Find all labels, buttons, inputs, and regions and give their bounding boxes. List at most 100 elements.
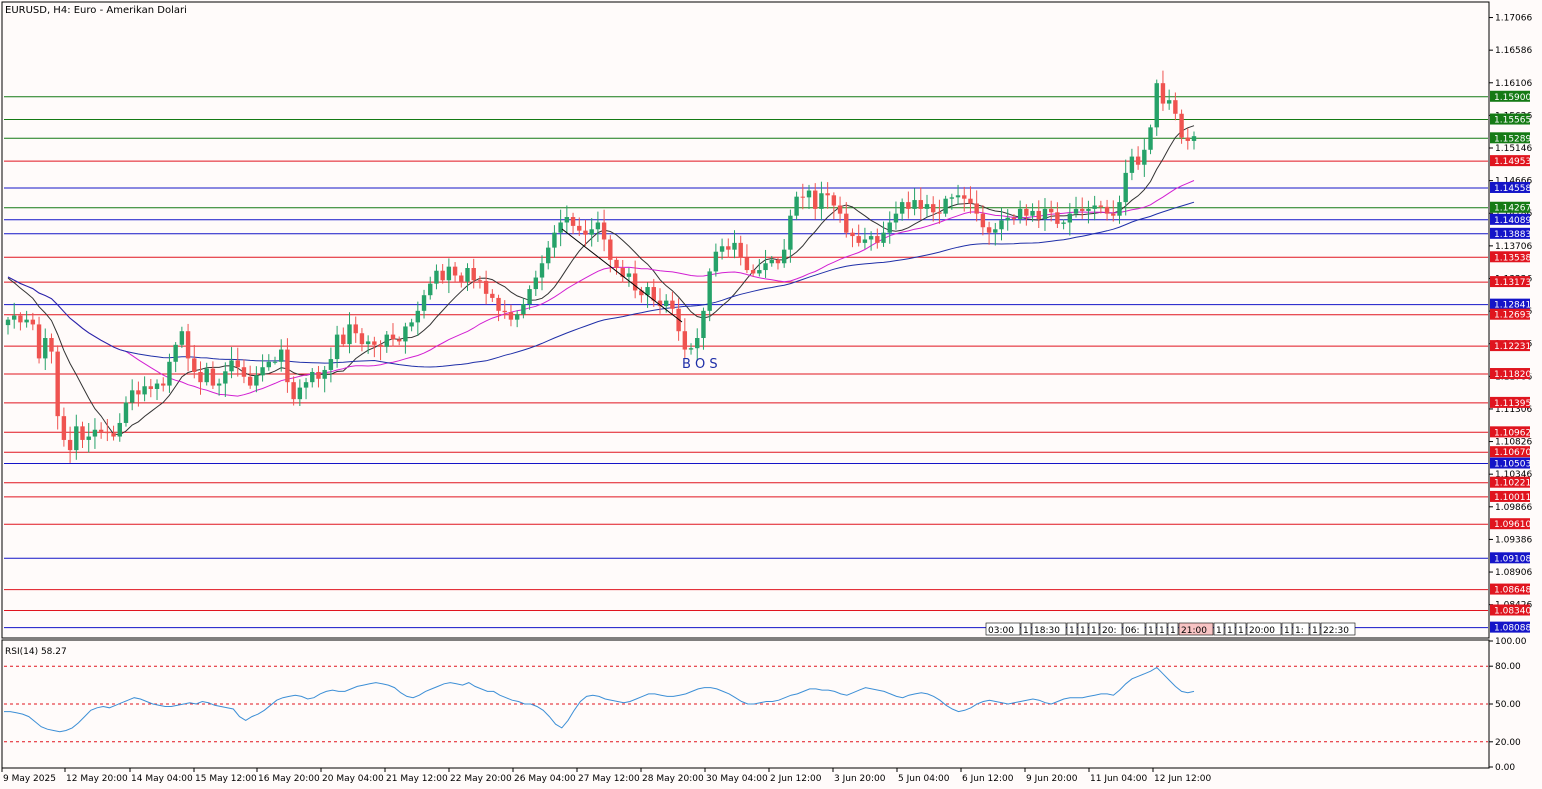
price-tick-label: 1.13706	[1495, 242, 1532, 252]
svg-text:1: 1	[1238, 626, 1244, 636]
time-tick-label: 16 May 20:00	[258, 774, 320, 784]
level-tag-19: 1.10011	[1490, 490, 1531, 503]
level-tag-label: 1.12231	[1494, 342, 1531, 352]
level-tag-label: 1.10503	[1494, 460, 1531, 470]
price-tick-label: 1.15146	[1495, 144, 1532, 154]
svg-text:1: 1	[1284, 626, 1290, 636]
time-strip-label: 1	[1167, 622, 1179, 636]
svg-text:1: 1	[1159, 626, 1165, 636]
svg-text:20:: 20:	[1102, 626, 1116, 636]
level-tag-18: 1.10221	[1490, 476, 1531, 489]
svg-text:1:: 1:	[1295, 626, 1304, 636]
time-strip-label: 1	[1224, 622, 1236, 636]
rsi-tick-label: 100.00	[1495, 637, 1527, 647]
time-strip-label: 1	[1309, 622, 1321, 636]
price-tick-label: 1.16586	[1495, 46, 1532, 56]
time-strip-label: 06:	[1122, 622, 1146, 636]
level-tag-6: 1.14089	[1490, 213, 1531, 226]
level-tag-label: 1.08088	[1494, 624, 1531, 634]
level-tag-label: 1.10221	[1494, 479, 1531, 489]
time-strip-label: 1	[1066, 622, 1078, 636]
time-strip: 03:00 1 18:30 1 1 1 20: 06: 1 1 1 21:00 1 1 1 20:00 1 1: 1…	[985, 622, 1356, 636]
level-tag-label: 1.08340	[1494, 606, 1531, 616]
svg-text:1: 1	[1216, 626, 1222, 636]
level-tag-label: 1.15565	[1494, 116, 1531, 126]
level-tag-21: 1.09108	[1490, 552, 1531, 564]
svg-text:20:00: 20:00	[1249, 626, 1275, 636]
chart-canvas: B O S 1.170661.165861.161061.156261.1514…	[0, 0, 1542, 789]
price-tick-label: 1.09866	[1495, 503, 1532, 513]
time-tick-label: 26 May 04:00	[514, 774, 576, 784]
rsi-tick-label: 20.00	[1495, 738, 1521, 748]
time-strip-label: 1	[1145, 622, 1157, 636]
level-tag-20: 1.09610	[1490, 518, 1531, 530]
level-tag-label: 1.08648	[1494, 586, 1531, 596]
time-strip-label: 1:	[1292, 622, 1310, 636]
time-strip-label: 1	[1281, 622, 1293, 636]
level-tag-label: 1.14267	[1494, 204, 1531, 214]
level-tag-22: 1.08648	[1490, 583, 1531, 596]
svg-text:1: 1	[1069, 626, 1075, 636]
time-tick-label: 11 Jun 04:00	[1090, 774, 1147, 784]
time-strip-label: 1	[1020, 622, 1032, 636]
level-tag-14: 1.11395	[1490, 396, 1531, 409]
level-tag-label: 1.10670	[1494, 448, 1531, 458]
rsi-label: RSI(14) 58.27	[5, 647, 67, 657]
svg-text:1: 1	[1312, 626, 1318, 636]
time-strip-label: 22:30	[1320, 622, 1356, 636]
level-tag-label: 1.10962	[1494, 428, 1531, 438]
level-tag-label: 1.14089	[1494, 216, 1531, 226]
time-tick-label: 2 Jun 12:00	[770, 774, 822, 784]
bos-label: B O S	[682, 357, 718, 372]
price-tick-label: 1.17066	[1495, 14, 1532, 24]
svg-text:1: 1	[1080, 626, 1086, 636]
time-tick-label: 28 May 20:00	[642, 774, 704, 784]
level-tag-1: 1.15565	[1490, 113, 1531, 126]
level-tag-5: 1.14267	[1490, 201, 1531, 214]
time-strip-label: 1	[1235, 622, 1247, 636]
chart-background	[0, 0, 1542, 789]
time-tick-label: 20 May 04:00	[322, 774, 384, 784]
level-tag-16: 1.10670	[1490, 446, 1531, 458]
rsi-tick-label: 80.00	[1495, 662, 1521, 672]
time-tick-label: 9 May 2025	[3, 774, 56, 784]
svg-text:22:30: 22:30	[1323, 626, 1349, 636]
level-tag-label: 1.10011	[1494, 493, 1531, 503]
svg-text:1: 1	[1227, 626, 1233, 636]
level-tag-label: 1.13883	[1494, 230, 1531, 240]
time-tick-label: 22 May 20:00	[450, 774, 512, 784]
level-tag-9: 1.13173	[1490, 276, 1531, 288]
time-tick-label: 3 Jun 20:00	[834, 774, 886, 784]
time-strip-label: 1	[1077, 622, 1089, 636]
time-strip-label: 20:	[1099, 622, 1123, 636]
time-tick-label: 6 Jun 12:00	[962, 774, 1014, 784]
level-tag-label: 1.15900	[1494, 93, 1531, 103]
svg-text:03:00: 03:00	[988, 626, 1014, 636]
chart-title: EURUSD, H4: Euro - Amerikan Dolari	[5, 5, 187, 16]
svg-text:1: 1	[1170, 626, 1176, 636]
time-tick-label: 30 May 04:00	[706, 774, 768, 784]
time-tick-label: 12 Jun 12:00	[1154, 774, 1211, 784]
time-tick-label: 15 May 12:00	[195, 774, 257, 784]
candle[interactable]	[1148, 124, 1153, 155]
level-tag-7: 1.13883	[1490, 227, 1531, 240]
level-tag-8: 1.13538	[1490, 251, 1531, 263]
level-tag-17: 1.10503	[1490, 457, 1531, 470]
level-tag-label: 1.14953	[1494, 157, 1531, 167]
level-tag-24: 1.08088	[1490, 621, 1531, 634]
svg-text:1: 1	[1091, 626, 1097, 636]
level-tag-23: 1.08340	[1490, 604, 1531, 616]
level-tag-0: 1.15900	[1490, 90, 1531, 103]
level-tag-13: 1.11820	[1490, 368, 1531, 380]
svg-text:18:30: 18:30	[1034, 626, 1060, 636]
price-tick-label: 1.16106	[1495, 79, 1532, 89]
level-tag-4: 1.14558	[1490, 181, 1531, 194]
svg-text:1: 1	[1148, 626, 1154, 636]
level-tag-15: 1.10962	[1490, 426, 1531, 438]
rsi-tick-label: 0.00	[1495, 763, 1515, 773]
level-tag-label: 1.14558	[1494, 184, 1531, 194]
level-tag-12: 1.12231	[1490, 340, 1531, 352]
time-strip-label: 03:00	[985, 622, 1021, 636]
level-tag-label: 1.11395	[1494, 399, 1531, 409]
price-tick-label: 1.09386	[1495, 535, 1532, 545]
